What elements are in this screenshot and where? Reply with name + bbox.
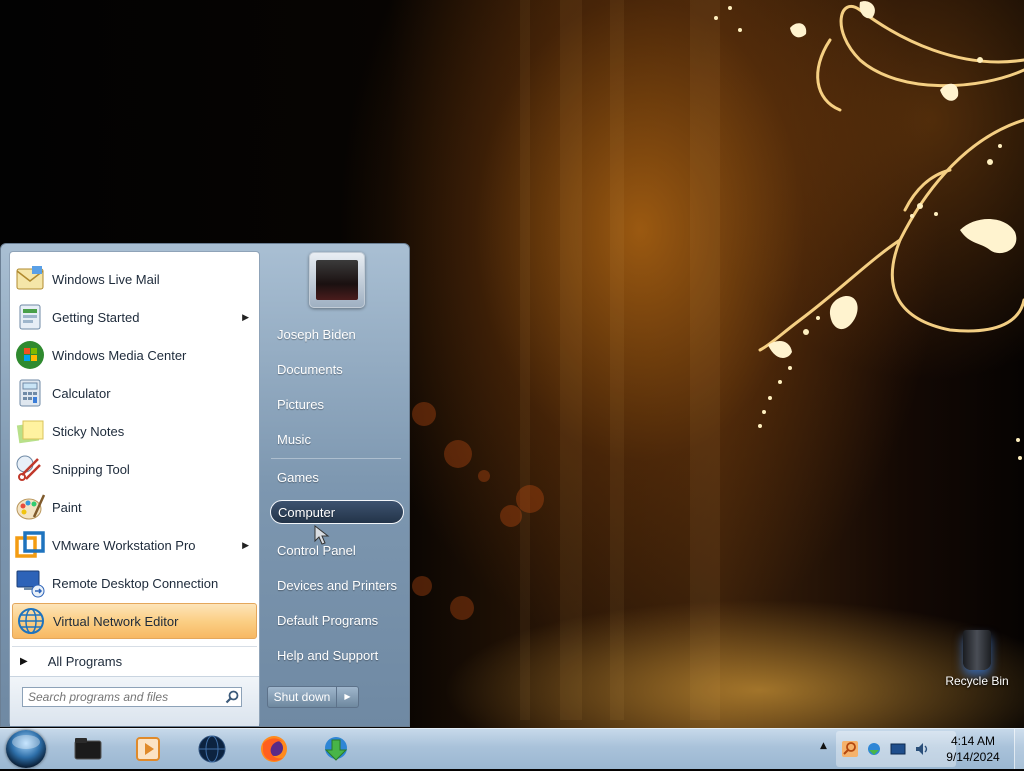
program-label: Remote Desktop Connection: [52, 575, 219, 591]
program-label: Getting Started: [52, 309, 140, 325]
program-paint[interactable]: Paint: [12, 489, 257, 525]
search-input[interactable]: [22, 687, 242, 707]
show-hidden-icons-icon[interactable]: ▲: [820, 741, 827, 751]
program-label: Sticky Notes: [52, 423, 125, 439]
program-getting-started[interactable]: Getting Started ▶: [12, 299, 257, 335]
recycle-bin-label: Recycle Bin: [945, 674, 1009, 688]
program-label: Calculator: [52, 385, 111, 401]
taskbar-app-5[interactable]: [320, 733, 352, 765]
search-area: [10, 676, 259, 726]
notification-area: ▲ 4:14 AM 9/14/2024: [816, 729, 1024, 769]
taskbar-app-4[interactable]: [258, 733, 290, 765]
clock-date: 9/14/2024: [946, 750, 1000, 764]
firefox-icon: [261, 736, 287, 762]
program-windows-live-mail[interactable]: Windows Live Mail: [12, 261, 257, 297]
vmware-icon: [15, 531, 45, 558]
monitor-tray-icon[interactable]: [890, 741, 906, 757]
clock-time: 4:14 AM: [950, 734, 996, 748]
place-music[interactable]: Music: [277, 428, 407, 452]
volume-tray-icon[interactable]: [914, 741, 930, 757]
place-control-panel[interactable]: Control Panel: [277, 539, 407, 563]
shutdown-group: Shut down ▶: [267, 686, 359, 708]
shutdown-options-arrow-icon[interactable]: ▶: [337, 686, 359, 708]
program-label: Windows Media Center: [52, 347, 187, 363]
snipping-tool-icon: [16, 455, 41, 481]
media-player-icon: [136, 737, 160, 761]
calculator-icon: [19, 379, 41, 407]
show-desktop-button[interactable]: [1014, 729, 1024, 769]
place-help-and-support[interactable]: Help and Support: [277, 644, 407, 668]
download-manager-icon: [324, 737, 348, 761]
windows-live-mail-icon: [16, 266, 44, 290]
program-label: Paint: [52, 499, 82, 515]
virtual-network-editor-icon: [18, 608, 44, 634]
program-remote-desktop-connection[interactable]: Remote Desktop Connection: [12, 565, 257, 601]
globe-icon: [198, 735, 226, 763]
program-label: VMware Workstation Pro: [52, 537, 196, 553]
mouse-cursor-icon: [314, 525, 330, 545]
network-tray-icon[interactable]: [866, 741, 882, 757]
place-user-folder[interactable]: Joseph Biden: [277, 323, 407, 347]
start-button[interactable]: [6, 730, 46, 768]
program-sticky-notes[interactable]: Sticky Notes: [12, 413, 257, 449]
program-label: Snipping Tool: [52, 461, 130, 477]
sticky-notes-icon: [16, 420, 44, 444]
dark-folder-icon: [74, 738, 102, 760]
submenu-arrow-icon: ▶: [242, 539, 249, 550]
paint-icon: [16, 494, 46, 520]
user-avatar: [316, 260, 358, 300]
place-documents[interactable]: Documents: [277, 358, 407, 382]
program-label: Windows Live Mail: [52, 271, 160, 287]
place-default-programs[interactable]: Default Programs: [277, 609, 407, 633]
program-label: Virtual Network Editor: [53, 613, 179, 629]
remote-desktop-icon: [16, 570, 45, 598]
shutdown-button[interactable]: Shut down: [267, 686, 337, 708]
place-games[interactable]: Games: [277, 466, 407, 490]
recycle-bin-icon: [963, 630, 991, 670]
taskbar-clock[interactable]: 4:14 AM 9/14/2024: [940, 733, 1006, 765]
place-computer[interactable]: Computer: [270, 500, 404, 524]
windows-logo-icon: [12, 735, 40, 749]
program-calculator[interactable]: Calculator: [12, 375, 257, 411]
program-virtual-network-editor[interactable]: Virtual Network Editor: [12, 603, 257, 639]
taskbar: ▲ 4:14 AM 9/14/2024: [0, 728, 1024, 769]
getting-started-icon: [19, 304, 41, 330]
program-windows-media-center[interactable]: Windows Media Center: [12, 337, 257, 373]
start-menu: Windows Live Mail Getting Started ▶ Wind…: [0, 243, 410, 727]
taskbar-app-3[interactable]: [196, 733, 228, 765]
start-menu-programs-pane: Windows Live Mail Getting Started ▶ Wind…: [9, 251, 260, 726]
places-separator: [271, 458, 401, 459]
place-devices-and-printers[interactable]: Devices and Printers: [277, 574, 407, 598]
submenu-arrow-icon: ▶: [242, 311, 249, 322]
program-vmware-workstation-pro[interactable]: VMware Workstation Pro ▶: [12, 527, 257, 563]
search-icon[interactable]: [224, 689, 240, 705]
all-programs-arrow-icon: ▶: [20, 655, 28, 667]
taskbar-app-2[interactable]: [132, 733, 164, 765]
program-snipping-tool[interactable]: Snipping Tool: [12, 451, 257, 487]
all-programs-button[interactable]: ▶ All Programs: [12, 646, 257, 675]
taskbar-app-1[interactable]: [72, 733, 104, 765]
search-tray-icon[interactable]: [842, 741, 858, 757]
user-account-picture[interactable]: [309, 252, 365, 308]
windows-media-center-icon: [16, 341, 44, 369]
recycle-bin-desktop-icon[interactable]: Recycle Bin: [940, 630, 1014, 688]
all-programs-label: All Programs: [47, 653, 123, 669]
place-pictures[interactable]: Pictures: [277, 393, 407, 417]
